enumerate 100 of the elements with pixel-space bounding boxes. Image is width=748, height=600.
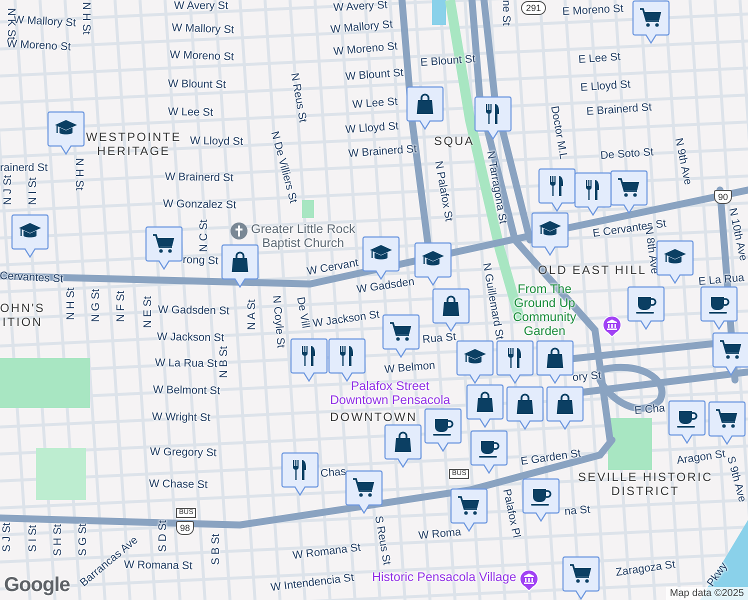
street-label: E Cha bbox=[634, 402, 666, 418]
street-label: W Belmon bbox=[384, 360, 436, 377]
street-label: W Gonzalez St bbox=[162, 198, 236, 212]
street-label: N J St bbox=[2, 175, 15, 205]
street-label: W Brainerd St bbox=[348, 143, 418, 161]
shopping-bag-icon bbox=[556, 394, 574, 414]
school-marker[interactable] bbox=[11, 214, 49, 258]
shop-marker[interactable] bbox=[506, 386, 544, 430]
street-label: N B St bbox=[218, 346, 231, 378]
restaurant-marker[interactable] bbox=[281, 452, 319, 496]
park-area bbox=[608, 418, 652, 470]
street-label: N H St bbox=[79, 2, 92, 34]
shop-marker[interactable] bbox=[466, 384, 504, 428]
restaurant-marker[interactable] bbox=[496, 340, 534, 384]
attribution-text: Map data ©2025 bbox=[666, 587, 748, 600]
shopping-cart-icon bbox=[640, 8, 662, 27]
street-label: E Blount St bbox=[420, 53, 476, 70]
grocery-marker[interactable] bbox=[382, 314, 420, 358]
coffee-cup-icon bbox=[636, 297, 656, 314]
grocery-marker[interactable] bbox=[145, 226, 183, 270]
restaurant-marker[interactable] bbox=[290, 338, 328, 382]
cafe-marker[interactable] bbox=[522, 478, 560, 522]
grocery-marker[interactable] bbox=[632, 0, 670, 44]
street-label: W Avery St bbox=[333, 0, 388, 15]
shopping-bag-icon bbox=[516, 394, 534, 414]
shopping-cart-icon bbox=[390, 322, 412, 341]
neighborhood-label: DISTRICT bbox=[610, 484, 680, 498]
route-shield: 291 bbox=[521, 1, 546, 15]
graduation-cap-icon bbox=[55, 120, 77, 134]
grocery-marker[interactable] bbox=[562, 556, 600, 600]
graduation-cap-icon bbox=[370, 245, 392, 260]
place-label[interactable]: Palafox Street Downtown Pensacola bbox=[330, 379, 450, 407]
shopping-cart-icon bbox=[570, 564, 592, 583]
shop-marker[interactable] bbox=[406, 86, 444, 130]
school-marker[interactable] bbox=[414, 242, 452, 286]
coffee-cup-icon bbox=[433, 419, 454, 436]
street-label: S 9th Ave bbox=[724, 455, 748, 504]
restaurant-marker[interactable] bbox=[328, 338, 366, 382]
school-marker[interactable] bbox=[656, 240, 694, 284]
place-label[interactable]: Greater Little Rock Baptist Church bbox=[251, 222, 356, 250]
restaurant-marker[interactable] bbox=[474, 96, 512, 140]
school-marker[interactable] bbox=[531, 212, 569, 256]
street-label: W Avery St bbox=[174, 0, 228, 13]
street-label: W Lloyd St bbox=[345, 120, 399, 137]
place-label[interactable]: Historic Pensacola Village bbox=[372, 570, 516, 584]
street-label: S Reus St bbox=[371, 515, 393, 566]
shop-marker[interactable] bbox=[432, 288, 470, 332]
street-label: rong St bbox=[182, 254, 218, 268]
fork-knife-icon bbox=[486, 104, 499, 124]
shopping-cart-icon bbox=[353, 478, 374, 497]
street-label: N 9th Ave bbox=[671, 137, 694, 186]
street-label: Aragon St bbox=[676, 448, 726, 468]
school-marker[interactable] bbox=[456, 340, 494, 384]
route-shield: 98 bbox=[176, 521, 194, 535]
grocery-marker[interactable] bbox=[712, 332, 748, 376]
street-label: W Moreno St bbox=[6, 38, 72, 54]
shop-marker[interactable] bbox=[546, 386, 584, 430]
street-label: W Gadsden St bbox=[158, 304, 230, 318]
cafe-marker[interactable] bbox=[700, 286, 738, 330]
street-label: N F St bbox=[115, 290, 128, 322]
restaurant-marker[interactable] bbox=[574, 172, 612, 216]
street-label: W Jackson St bbox=[312, 308, 380, 331]
street-label: na St bbox=[564, 504, 591, 519]
street-label: N Coyle St bbox=[269, 295, 287, 348]
cafe-marker[interactable] bbox=[424, 408, 462, 452]
shop-marker[interactable] bbox=[384, 424, 422, 468]
street-label: W Jackson St bbox=[156, 331, 224, 346]
shopping-cart-icon bbox=[458, 496, 480, 515]
street-label: Chas bbox=[320, 466, 347, 481]
cafe-marker[interactable] bbox=[668, 400, 706, 444]
cafe-marker[interactable] bbox=[470, 430, 508, 474]
grocery-marker[interactable] bbox=[708, 401, 746, 445]
fork-knife-icon bbox=[293, 460, 306, 480]
street-label: S H St bbox=[52, 524, 65, 556]
coffee-cup-icon bbox=[709, 297, 730, 314]
street-label: S D St bbox=[157, 520, 170, 552]
street-label: De Vill bbox=[293, 296, 312, 330]
shop-marker[interactable] bbox=[536, 340, 574, 384]
shopping-cart-icon bbox=[720, 340, 742, 359]
shopping-cart-icon bbox=[716, 409, 738, 428]
street-label: W Moreno St bbox=[170, 49, 234, 64]
graduation-cap-icon bbox=[19, 223, 41, 238]
park-area bbox=[36, 448, 86, 500]
grocery-marker[interactable] bbox=[610, 170, 648, 214]
shopping-bag-icon bbox=[546, 348, 564, 368]
fork-knife-icon bbox=[340, 346, 353, 366]
park-area bbox=[302, 200, 314, 218]
street-label: W Lloyd St bbox=[190, 135, 244, 149]
street-label: Rua St bbox=[422, 331, 457, 347]
school-marker[interactable] bbox=[362, 236, 400, 280]
street-label: N H St bbox=[72, 158, 85, 190]
school-marker[interactable] bbox=[47, 111, 85, 155]
water-area bbox=[432, 0, 446, 25]
shopping-bag-icon bbox=[394, 432, 412, 452]
cafe-marker[interactable] bbox=[627, 286, 665, 330]
restaurant-marker[interactable] bbox=[538, 168, 576, 212]
street-label: S I St bbox=[27, 525, 40, 552]
shop-marker[interactable] bbox=[221, 244, 259, 288]
grocery-marker[interactable] bbox=[345, 470, 383, 514]
neighborhood-label: WESTPOINTE bbox=[86, 130, 182, 144]
